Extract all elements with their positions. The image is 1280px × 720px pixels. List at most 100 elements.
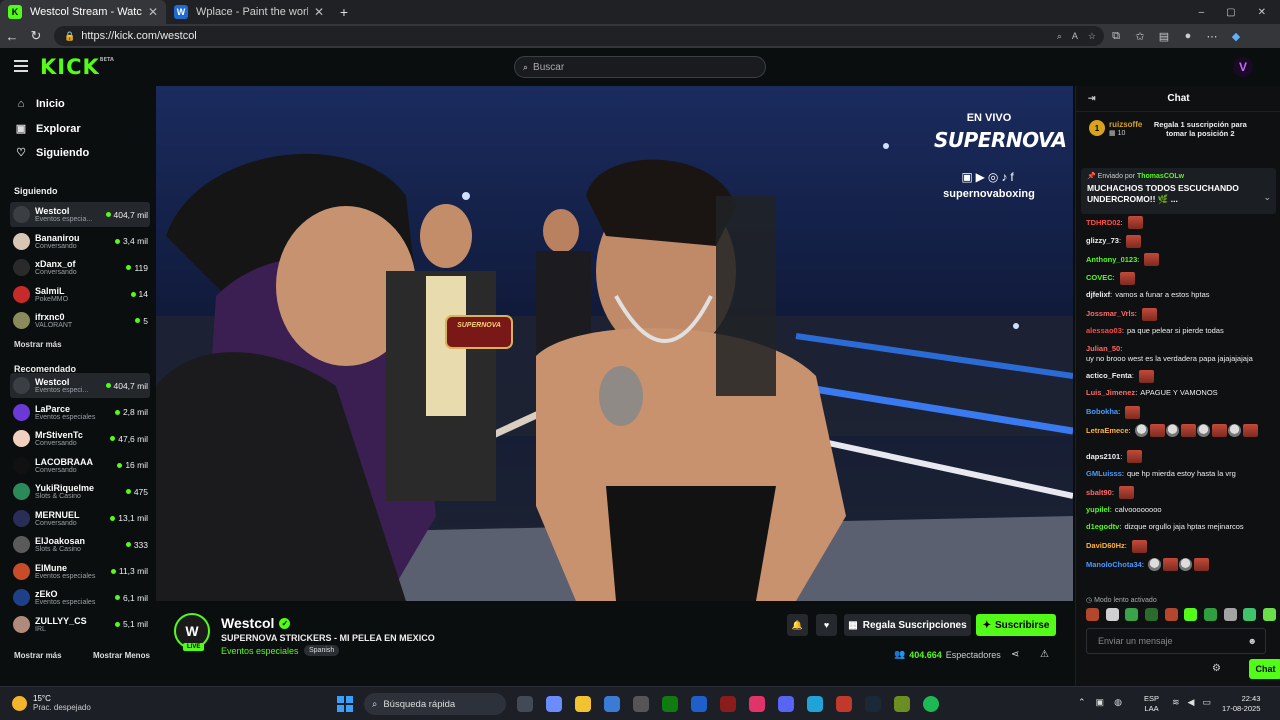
more-menu-icon[interactable]: ⋯ [1200,30,1224,43]
chat-username[interactable]: Jossmar_Vrls [1086,309,1135,319]
chat-username[interactable]: Julian_50 [1086,344,1120,354]
sidebar-channel[interactable]: Westcol Eventos especi... 404,7 mil [10,373,150,398]
chat-username[interactable]: alessao03 [1086,326,1122,336]
chat-username[interactable]: DaviD60Hz [1086,541,1125,551]
sidebar-channel[interactable]: LACOBRAAA Conversando 16 mil [10,453,150,478]
window-close-icon[interactable]: ✕ [1258,7,1266,18]
chat-username[interactable]: yupilel [1086,505,1110,515]
gift-prompt[interactable]: Regala 1 suscripción para tomar la posic… [1150,120,1250,138]
nav-siguiendo[interactable]: ♡ Siguiendo [14,146,89,160]
pinned-message[interactable]: 📌 Enviado por ThomasCOLw MUCHACHOS TODOS… [1081,168,1276,214]
report-warning-icon[interactable]: ⚠ [1040,649,1049,660]
sidebar-channel[interactable]: ifrxnc0 VALORANT 5 [10,308,150,333]
zoom-icon[interactable]: ⌕ [1057,31,1062,42]
favorites-icon[interactable]: ✩ [1128,30,1152,43]
gift-subscriptions-button[interactable]: ▦ Regala Suscripciones [844,614,971,636]
emote-icon[interactable] [1086,608,1099,621]
collapse-chat-icon[interactable]: ⇥ [1088,93,1096,104]
emote-icon[interactable] [1223,608,1237,621]
show-more-recommended[interactable]: Mostrar más [14,651,62,660]
chat-username[interactable]: glizzy_73 [1086,236,1119,246]
tab-westcol[interactable]: K Westcol Stream - Watch Live ✕ [0,0,166,24]
tray-app2-icon[interactable]: ◍ [1114,697,1122,708]
language-tag[interactable]: Spanish [304,645,340,656]
search-input[interactable]: ⌕ Buscar [514,56,766,78]
start-windows-icon[interactable] [337,696,353,712]
emote-icon[interactable] [1144,608,1158,621]
share-icon[interactable]: ⋖ [1011,649,1019,660]
kick-logo[interactable]: KICKBETA [40,55,114,79]
chat-username[interactable]: LetraEmece [1086,426,1129,436]
weather-widget[interactable]: 15°C Prac. despejado [12,694,91,712]
chat-username[interactable]: djfelixf [1086,290,1110,300]
favorite-star-icon[interactable]: ☆ [1088,31,1096,42]
steam-icon[interactable] [865,696,881,712]
follow-heart-button[interactable]: ♥ [816,614,837,636]
subscribe-button[interactable]: ✦ Suscribirse [976,614,1056,636]
chat-username[interactable]: ManoloChota34 [1086,560,1142,570]
gifter-user[interactable]: ruizsoffe [1109,120,1142,129]
wifi-icon[interactable]: ≋ [1172,697,1180,708]
chat-username[interactable]: GMLuisss [1086,469,1122,479]
copilot-app-icon[interactable] [546,696,562,712]
sidebar-channel[interactable]: Westcol Eventos especia... 404,7 mil [10,202,150,227]
chat-message-input[interactable]: Enviar un mensaje ☻ [1086,628,1266,654]
system-clock[interactable]: 22:43 17-08-2025 [1222,694,1260,714]
minecraft-icon[interactable] [894,696,910,712]
tray-app-icon[interactable]: ▣ [1096,697,1105,708]
chat-send-button[interactable]: Chat [1249,659,1280,679]
azure-icon[interactable] [691,696,707,712]
app-red-icon[interactable] [720,696,736,712]
copilot-icon[interactable]: ◆ [1224,30,1248,43]
sidebar-channel[interactable]: ElMune Eventos especiales 11,3 mil [10,559,150,584]
nav-explorar[interactable]: ▣ Explorar [14,122,81,136]
chat-username[interactable]: TDHRD02 [1086,218,1121,228]
chat-settings-gear-icon[interactable]: ⚙ [1212,663,1221,674]
chat-username[interactable]: d1egodtv [1086,522,1119,532]
battery-icon[interactable]: ▭ [1202,697,1211,708]
chat-username[interactable]: Anthony_0123 [1086,255,1137,265]
channel-name[interactable]: Westcol ✓ [221,615,291,631]
collections-icon[interactable]: ▤ [1152,30,1176,43]
chat-username[interactable]: Bobokha [1086,407,1118,417]
emote-icon[interactable] [1105,608,1119,621]
profile-icon[interactable]: ● [1176,30,1200,42]
extensions-icon[interactable]: ⧉ [1104,30,1128,43]
emote-icon[interactable] [1184,608,1198,621]
tray-chevron-icon[interactable]: ⌃ [1078,697,1086,708]
close-tab-icon[interactable]: ✕ [314,5,324,19]
spotify-icon[interactable] [923,696,939,712]
music-icon[interactable] [749,696,765,712]
chevron-down-icon[interactable]: ⌄ [1263,192,1271,203]
video-player[interactable]: EN VIVO SUPERNOVA ▣▶◎♪f supernovaboxing … [156,86,1073,601]
emote-icon[interactable] [1125,608,1139,621]
pinned-user[interactable]: ThomasCOLw [1137,173,1184,180]
task-view-icon[interactable] [517,696,533,712]
discord-icon[interactable] [778,696,794,712]
notification-bell-button[interactable]: 🔔 [787,614,808,636]
reload-icon[interactable]: ↻ [24,28,48,44]
chat-username[interactable]: actico_Fenta [1086,371,1132,381]
menu-hamburger-icon[interactable] [14,60,28,72]
chat-username[interactable]: Luis_Jimenez [1086,388,1135,398]
sidebar-channel[interactable]: SalmiL PokeMMO 14 [10,282,150,307]
maximize-icon[interactable]: ▢ [1226,7,1235,18]
sidebar-channel[interactable]: zEkO Eventos especiales 6,1 mil [10,585,150,610]
user-avatar[interactable]: V [1233,57,1253,77]
sidebar-channel[interactable]: MERNUEL Conversando 13,1 mil [10,506,150,531]
nav-inicio[interactable]: ⌂ Inicio [14,98,65,110]
taskbar-search[interactable]: ⌕ Búsqueda rápida [364,693,506,715]
file-explorer-icon[interactable] [575,696,591,712]
emoji-picker-icon[interactable]: ☻ [1248,636,1257,646]
minimize-icon[interactable]: – [1199,7,1205,18]
read-aloud-icon[interactable]: A [1072,31,1078,42]
chat-username[interactable]: daps2101 [1086,452,1120,462]
sidebar-channel[interactable]: MrStivenTc Conversando 47,6 mil [10,426,150,451]
input-language[interactable]: ESP LAA [1144,694,1159,714]
emote-icon[interactable] [1203,608,1217,621]
store-icon[interactable] [604,696,620,712]
emote-icon[interactable] [1164,608,1178,621]
close-tab-icon[interactable]: ✕ [148,5,158,19]
app-icon[interactable] [633,696,649,712]
chat-username[interactable]: COVEC [1086,273,1113,283]
